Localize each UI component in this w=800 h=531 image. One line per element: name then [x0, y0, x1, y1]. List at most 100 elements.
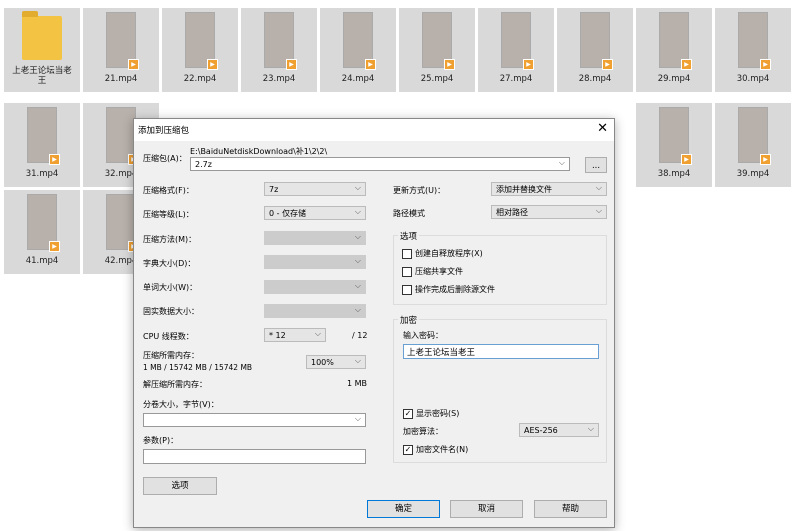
shared-checkbox[interactable]: 压缩共享文件 — [402, 266, 463, 277]
video-file-item[interactable]: ▶ 25.mp4 — [399, 8, 475, 92]
play-icon: ▶ — [207, 59, 218, 70]
update-label: 更新方式(U)： — [393, 186, 446, 195]
cpu-label: CPU 线程数： — [143, 332, 194, 341]
video-thumbnail: ▶ — [106, 107, 139, 165]
video-thumbnail: ▶ — [185, 12, 218, 70]
file-name: 31.mp4 — [25, 169, 59, 179]
close-icon[interactable]: ✕ — [597, 121, 608, 136]
file-name: 21.mp4 — [104, 74, 138, 84]
video-file-item[interactable]: ▶ 38.mp4 — [636, 103, 712, 187]
level-select[interactable]: 0 - 仅存储 — [264, 206, 366, 220]
sfx-checkbox[interactable]: 创建自释放程序(X) — [402, 248, 483, 259]
play-icon: ▶ — [286, 59, 297, 70]
file-name: 22.mp4 — [183, 74, 217, 84]
video-thumbnail: ▶ — [106, 194, 139, 252]
path-label: 路径模式 — [393, 209, 425, 218]
archive-dir: E:\BaiduNetdiskDownload\补1\2\2\ — [190, 147, 328, 156]
play-icon: ▶ — [760, 154, 771, 165]
cpu-total: / 12 — [352, 331, 368, 340]
folder-icon — [22, 11, 62, 60]
split-size-select[interactable] — [143, 413, 366, 427]
options-group-title: 选项 — [398, 230, 420, 242]
video-file-item[interactable]: ▶ 22.mp4 — [162, 8, 238, 92]
cpu-select[interactable]: * 12 — [264, 328, 326, 342]
params-input[interactable] — [143, 449, 366, 464]
play-icon: ▶ — [49, 241, 60, 252]
video-thumbnail: ▶ — [27, 107, 60, 165]
video-file-item[interactable]: ▶ 29.mp4 — [636, 8, 712, 92]
play-icon: ▶ — [681, 154, 692, 165]
video-thumbnail: ▶ — [106, 12, 139, 70]
password-input[interactable]: 上老王论坛当老王 — [403, 344, 599, 359]
video-thumbnail: ▶ — [422, 12, 455, 70]
show-password-checkbox[interactable]: ✓ 显示密码(S) — [403, 408, 459, 419]
update-select[interactable]: 添加并替换文件 — [491, 182, 607, 196]
video-thumbnail: ▶ — [659, 107, 692, 165]
format-label: 压缩格式(F)： — [143, 186, 194, 195]
file-name: 28.mp4 — [578, 74, 612, 84]
video-thumbnail: ▶ — [580, 12, 613, 70]
video-thumbnail: ▶ — [343, 12, 376, 70]
demem-label: 解压缩所需内存： — [143, 380, 207, 389]
video-file-item[interactable]: ▶ 28.mp4 — [557, 8, 633, 92]
encryption-group: 加密 输入密码： 上老王论坛当老王 ✓ 显示密码(S) 加密算法： AES-256… — [393, 314, 607, 463]
video-file-item[interactable]: ▶ 21.mp4 — [83, 8, 159, 92]
video-thumbnail: ▶ — [27, 194, 60, 252]
folder-label: 上老王论坛当老王 — [12, 66, 72, 86]
file-name: 41.mp4 — [25, 256, 59, 266]
level-label: 压缩等级(L)： — [143, 210, 194, 219]
enc-method-select[interactable]: AES-256 — [519, 423, 599, 437]
play-icon: ▶ — [444, 59, 455, 70]
method-select — [264, 231, 366, 245]
browse-button[interactable]: ... — [585, 157, 607, 173]
path-select[interactable]: 相对路径 — [491, 205, 607, 219]
split-label: 分卷大小，字节(V)： — [143, 400, 219, 409]
play-icon: ▶ — [49, 154, 60, 165]
file-name: 30.mp4 — [736, 74, 770, 84]
file-name: 23.mp4 — [262, 74, 296, 84]
ok-button[interactable]: 确定 — [367, 500, 440, 518]
video-file-item[interactable]: ▶ 27.mp4 — [478, 8, 554, 92]
video-thumbnail: ▶ — [738, 12, 771, 70]
mem-value: 1 MB / 15742 MB / 15742 MB — [143, 363, 253, 372]
demem-value: 1 MB — [347, 379, 368, 388]
play-icon: ▶ — [128, 59, 139, 70]
file-name: 24.mp4 — [341, 74, 375, 84]
video-thumbnail: ▶ — [659, 12, 692, 70]
file-name: 29.mp4 — [657, 74, 691, 84]
method-label: 压缩方法(M)： — [143, 235, 197, 244]
video-file-item[interactable]: ▶ 30.mp4 — [715, 8, 791, 92]
video-file-item[interactable]: ▶ 39.mp4 — [715, 103, 791, 187]
video-file-item[interactable]: ▶ 24.mp4 — [320, 8, 396, 92]
video-thumbnail: ▶ — [501, 12, 534, 70]
title-bar: 添加到压缩包 ✕ — [134, 119, 614, 141]
file-name: 38.mp4 — [657, 169, 691, 179]
options-group: 选项 创建自释放程序(X) 压缩共享文件 操作完成后删除源文件 — [393, 230, 607, 305]
dialog-title: 添加到压缩包 — [138, 126, 190, 136]
video-thumbnail: ▶ — [738, 107, 771, 165]
video-file-item[interactable]: ▶ 23.mp4 — [241, 8, 317, 92]
video-thumbnail: ▶ — [264, 12, 297, 70]
delete-source-checkbox[interactable]: 操作完成后删除源文件 — [402, 284, 495, 295]
format-select[interactable]: 7z — [264, 182, 366, 196]
video-file-item[interactable]: ▶ 41.mp4 — [4, 190, 80, 274]
file-name: 27.mp4 — [499, 74, 533, 84]
password-label: 输入密码： — [403, 331, 443, 340]
options-button[interactable]: 选项 — [143, 477, 217, 495]
folder-item[interactable]: 上老王论坛当老王 — [4, 8, 80, 92]
dict-select — [264, 255, 366, 269]
cancel-button[interactable]: 取消 — [450, 500, 523, 518]
add-to-archive-dialog: 添加到压缩包 ✕ 压缩包(A)： E:\BaiduNetdiskDownload… — [133, 118, 615, 528]
params-label: 参数(P)： — [143, 436, 179, 445]
play-icon: ▶ — [365, 59, 376, 70]
archive-name-input[interactable]: 2.7z — [190, 157, 570, 171]
help-button[interactable]: 帮助 — [534, 500, 607, 518]
video-file-item[interactable]: ▶ 31.mp4 — [4, 103, 80, 187]
word-label: 单词大小(W)： — [143, 283, 198, 292]
word-select — [264, 280, 366, 294]
solid-label: 固实数据大小： — [143, 307, 199, 316]
file-name: 39.mp4 — [736, 169, 770, 179]
play-icon: ▶ — [602, 59, 613, 70]
mem-percent-select[interactable]: 100% — [306, 355, 366, 369]
encrypt-names-checkbox[interactable]: ✓ 加密文件名(N) — [403, 444, 468, 455]
